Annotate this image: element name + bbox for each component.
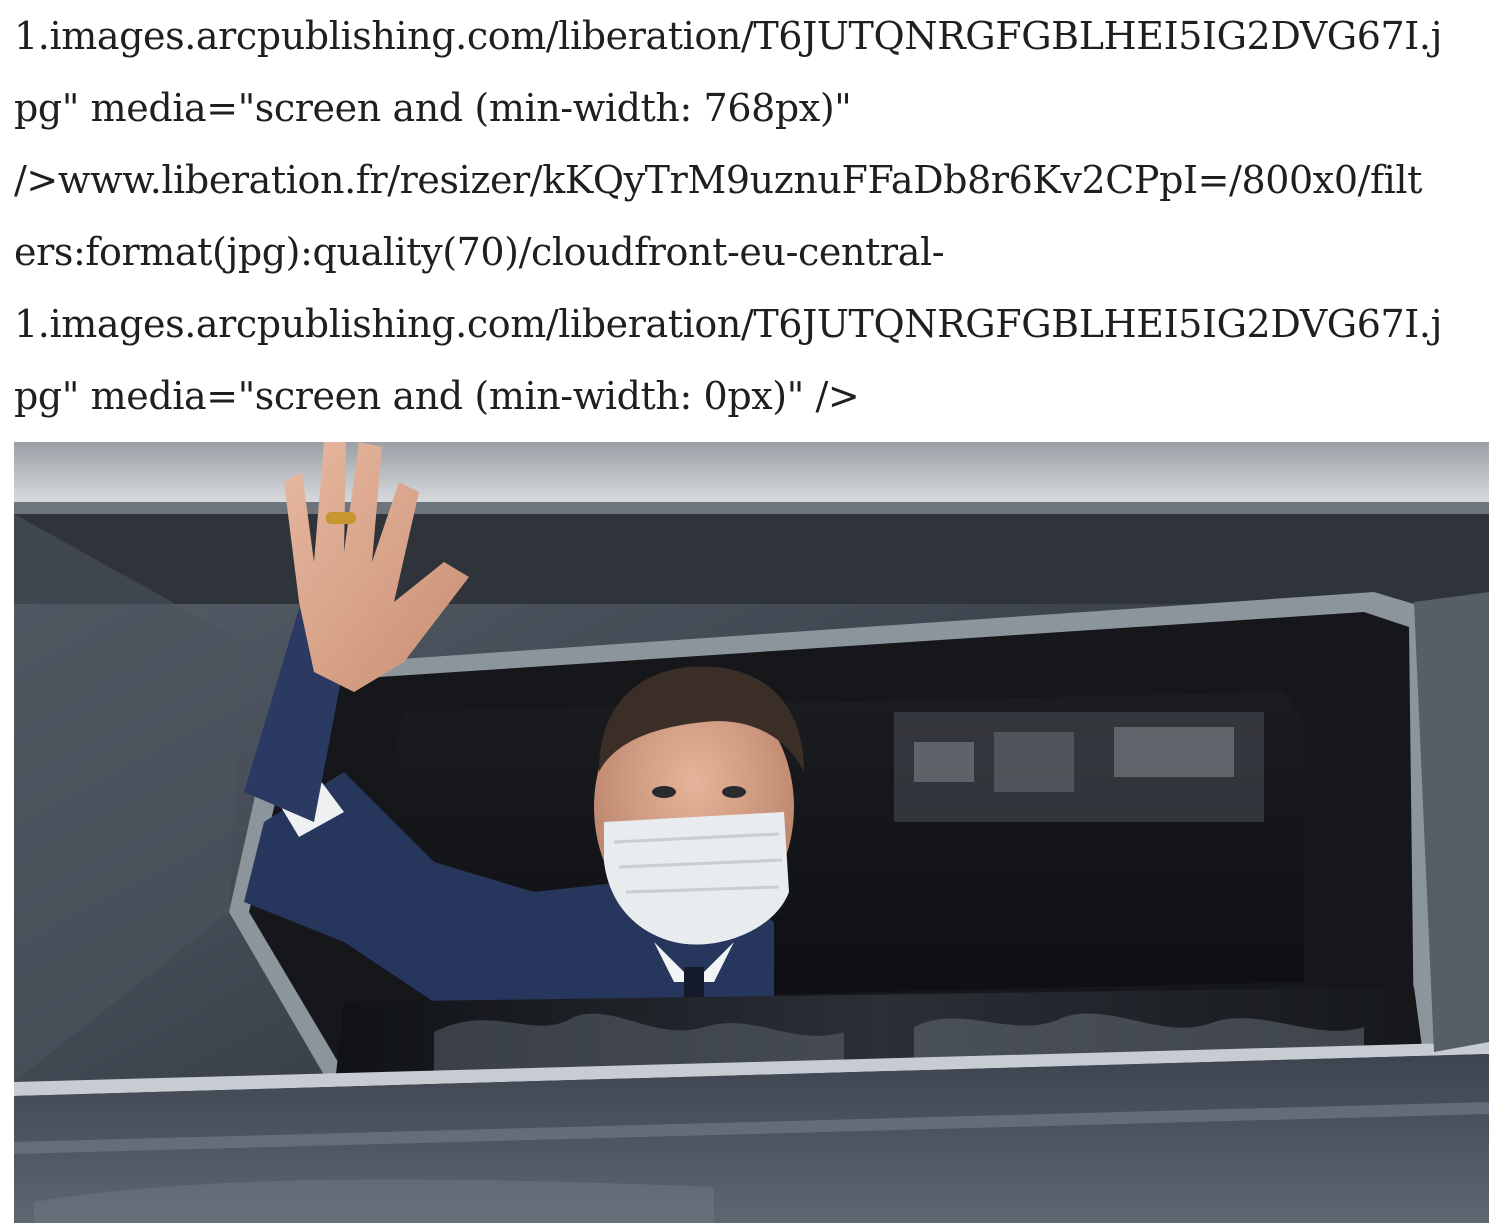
code-line-2: pg" media="screen and (min-width: 768px)…	[14, 86, 852, 130]
article-photo	[14, 442, 1489, 1223]
code-line-5: 1.images.arcpublishing.com/liberation/T6…	[14, 302, 1442, 346]
code-line-1: 1.images.arcpublishing.com/liberation/T6…	[14, 14, 1442, 58]
code-line-6: pg" media="screen and (min-width: 0px)" …	[14, 374, 860, 418]
photo-illustration	[14, 442, 1489, 1223]
raw-html-text: 1.images.arcpublishing.com/liberation/T6…	[14, 0, 1489, 432]
page: 1.images.arcpublishing.com/liberation/T6…	[0, 0, 1489, 1223]
code-line-3: />www.liberation.fr/resizer/kKQyTrM9uznu…	[14, 158, 1423, 202]
code-line-4: ers:format(jpg):quality(70)/cloudfront-e…	[14, 230, 945, 274]
